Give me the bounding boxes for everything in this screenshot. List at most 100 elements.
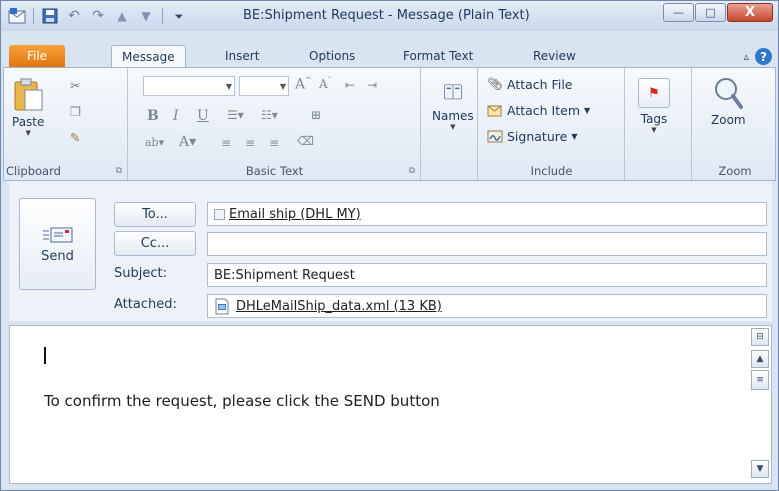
help-icon[interactable]: ?	[755, 48, 772, 65]
clipboard-group-label: Clipboard	[6, 164, 61, 178]
zoom-button-label: Zoom	[711, 113, 746, 127]
names-button[interactable]: Names ▼	[432, 82, 474, 131]
quick-access-toolbar: ↶ ↷ ▲ ▼ ⏷	[7, 6, 189, 26]
numbering-icon[interactable]: ☷▾	[261, 108, 278, 122]
minimize-button[interactable]: —	[663, 3, 694, 22]
tab-message[interactable]: Message	[111, 45, 186, 68]
scroll-up-icon[interactable]: ▲	[751, 350, 769, 368]
attach-file-label: Attach File	[507, 76, 573, 92]
align-center-icon[interactable]: ≡	[245, 136, 255, 150]
cut-button[interactable]: ✂	[70, 78, 80, 93]
attach-item-icon	[487, 105, 502, 117]
underline-icon[interactable]: U	[197, 108, 209, 124]
subject-label: Subject:	[114, 266, 167, 281]
xml-file-icon	[215, 298, 229, 314]
include-group-label: Include	[530, 164, 573, 178]
clipboard-dialog-launcher-icon[interactable]: ⧉	[116, 166, 122, 176]
tags-button[interactable]: ⚑ Tags ▼	[638, 78, 670, 134]
grow-font-icon[interactable]: A^	[295, 76, 312, 93]
basic-text-dialog-launcher-icon[interactable]: ⧉	[409, 166, 415, 176]
to-field[interactable]: Email ship (DHL MY)	[207, 202, 767, 226]
qat-separator	[162, 8, 163, 24]
ribbon: Paste ▼ ✂ ❐ ✎ Clipboard ⧉ ▼ ▼ A^ Aˇ ⇤ ⇥ …	[3, 67, 776, 181]
maximize-button[interactable]: □	[695, 3, 726, 22]
bullets-icon[interactable]: ☰▾	[227, 108, 244, 122]
send-label: Send	[41, 248, 74, 264]
paste-label: Paste	[12, 115, 45, 129]
names-label: Names	[432, 109, 474, 123]
attach-item-button[interactable]: Attach Item ▼	[487, 102, 590, 118]
text-cursor	[44, 347, 46, 364]
window-controls: — □ X	[663, 3, 773, 22]
zoom-button[interactable]: Zoom	[711, 76, 746, 127]
include-group: 📎︎ Attach File Attach Item ▼ Signature ▼…	[479, 68, 625, 180]
address-book-icon	[444, 84, 462, 100]
qat-separator	[33, 8, 34, 24]
highlight-icon[interactable]: ab▾	[145, 136, 164, 149]
italic-icon[interactable]: I	[173, 108, 179, 124]
tags-dropdown-icon: ▼	[651, 126, 657, 134]
cut-icon: ✂	[70, 78, 81, 93]
subject-field[interactable]: BE:Shipment Request	[207, 263, 767, 287]
tab-insert[interactable]: Insert	[215, 45, 269, 67]
align-left-icon[interactable]: ≡	[221, 136, 231, 150]
body-text[interactable]: To confirm the request, please click the…	[44, 392, 440, 410]
cc-field[interactable]	[207, 232, 767, 256]
tags-group: ⚑ Tags ▼	[626, 68, 692, 180]
ribbon-right-controls: ▵ ?	[743, 48, 772, 65]
paste-dropdown-icon[interactable]: ▼	[26, 129, 31, 137]
tab-file[interactable]: File	[9, 45, 65, 67]
title-bar: ↶ ↷ ▲ ▼ ⏷ BE:Shipment Request - Message …	[1, 1, 778, 31]
previous-item-icon[interactable]: ▲	[112, 6, 132, 26]
signature-dropdown-icon: ▼	[571, 131, 578, 141]
cc-button[interactable]: Cc...	[114, 231, 196, 256]
tab-review[interactable]: Review	[523, 45, 586, 67]
flag-icon: ⚑	[638, 78, 670, 108]
zoom-group-label: Zoom	[718, 164, 752, 178]
format-painter-icon: ✎	[70, 130, 81, 145]
copy-button[interactable]: ❐	[70, 104, 81, 119]
font-size-combo[interactable]: ▼	[239, 76, 289, 96]
signature-label: Signature	[507, 128, 568, 144]
undo-icon[interactable]: ↶	[64, 6, 84, 26]
tab-format-text[interactable]: Format Text	[393, 45, 483, 67]
shrink-font-icon[interactable]: Aˇ	[319, 76, 332, 91]
scroll-thumb[interactable]: ≡	[751, 370, 769, 390]
decrease-indent-icon[interactable]: ⇤	[345, 78, 355, 92]
format-painter-button[interactable]: ✎	[70, 130, 80, 145]
close-button[interactable]: X	[727, 3, 773, 22]
attachment-name[interactable]: DHLeMailShip_data.xml (13 KB)	[236, 299, 442, 314]
increase-indent-icon[interactable]: ⇥	[367, 78, 377, 92]
clipboard-group: Paste ▼ ✂ ❐ ✎ Clipboard ⧉	[4, 68, 128, 180]
to-button[interactable]: To...	[114, 202, 196, 227]
paste-button[interactable]: Paste ▼	[12, 78, 44, 137]
recipient-name[interactable]: Email ship (DHL MY)	[229, 207, 361, 222]
clear-formatting-icon[interactable]: ⌫	[297, 134, 314, 148]
font-color-icon[interactable]: A▾	[179, 134, 196, 150]
attachments-field[interactable]: DHLeMailShip_data.xml (13 KB)	[207, 294, 767, 318]
ruler-toggle-icon[interactable]: ⊟	[751, 328, 769, 346]
align-right-icon[interactable]: ≡	[269, 136, 279, 150]
minimize-ribbon-icon[interactable]: ▵	[743, 50, 749, 63]
bold-icon[interactable]: B	[147, 108, 159, 124]
signature-icon	[487, 130, 503, 143]
message-body[interactable]: To confirm the request, please click the…	[9, 325, 772, 484]
scroll-down-icon[interactable]: ▼	[751, 460, 769, 478]
signature-button[interactable]: Signature ▼	[487, 128, 577, 144]
tab-options[interactable]: Options	[299, 45, 365, 67]
recipient-chip[interactable]: Email ship (DHL MY)	[214, 207, 361, 222]
basic-text-group-label: Basic Text	[245, 164, 304, 178]
styles-icon[interactable]: ⊞	[311, 108, 321, 122]
attach-file-button[interactable]: 📎︎ Attach File	[487, 76, 572, 92]
customize-qat-icon[interactable]: ⏷	[169, 6, 189, 26]
paste-icon	[14, 78, 43, 111]
send-button[interactable]: Send	[19, 198, 96, 290]
vertical-scrollbar[interactable]: ⊟ ▲ ≡ ▼	[751, 328, 769, 481]
font-family-combo[interactable]: ▼	[143, 76, 235, 96]
window-title: BE:Shipment Request - Message (Plain Tex…	[243, 8, 530, 23]
attachment-item[interactable]: DHLeMailShip_data.xml (13 KB)	[214, 298, 442, 315]
outlook-app-icon[interactable]	[7, 6, 27, 26]
redo-icon[interactable]: ↷	[88, 6, 108, 26]
next-item-icon[interactable]: ▼	[136, 6, 156, 26]
save-icon[interactable]	[40, 6, 60, 26]
